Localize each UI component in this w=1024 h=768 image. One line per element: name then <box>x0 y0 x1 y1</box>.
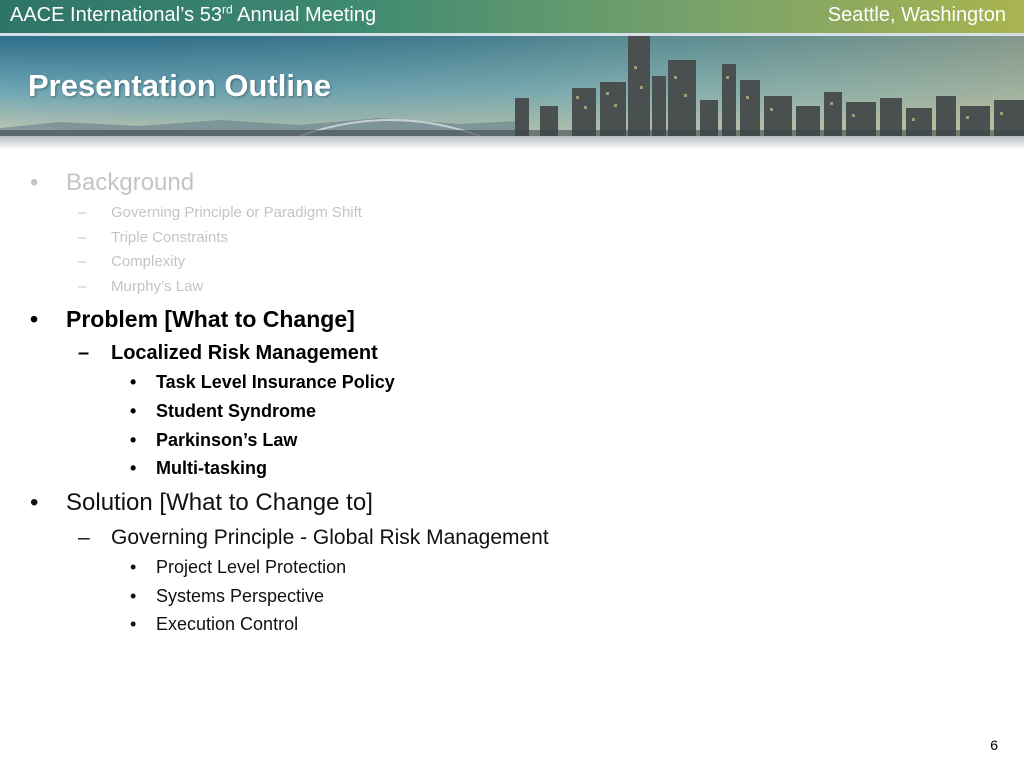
meeting-title: AACE International’s 53rd Annual Meeting <box>10 2 377 26</box>
bullet-icon: • <box>30 169 39 196</box>
page-number: 6 <box>990 737 998 753</box>
bullet-icon: • <box>130 614 137 634</box>
dash-icon: – <box>78 526 90 549</box>
bullet-icon: • <box>130 430 137 450</box>
bullet-icon: • <box>130 586 137 606</box>
meeting-location: Seattle, Washington <box>827 4 1006 26</box>
dash-icon: – <box>78 278 87 295</box>
bullet-icon: • <box>130 401 137 421</box>
bullet-icon: • <box>130 458 137 478</box>
bullet-icon: • <box>30 489 39 516</box>
dash-icon: – <box>78 229 87 246</box>
bullet-icon: • <box>130 372 137 392</box>
banner-shadow <box>0 136 1024 150</box>
dash-icon: – <box>78 342 90 364</box>
bullet-icon: • <box>130 557 137 577</box>
slide-title: Presentation Outline <box>28 68 332 103</box>
dash-icon: – <box>78 253 87 270</box>
dash-icon: – <box>78 204 87 221</box>
bullet-icon: • <box>30 306 39 332</box>
header-bar: AACE International’s 53rd Annual Meeting… <box>0 0 1024 33</box>
skyline-banner: Presentation Outline <box>0 36 1024 136</box>
